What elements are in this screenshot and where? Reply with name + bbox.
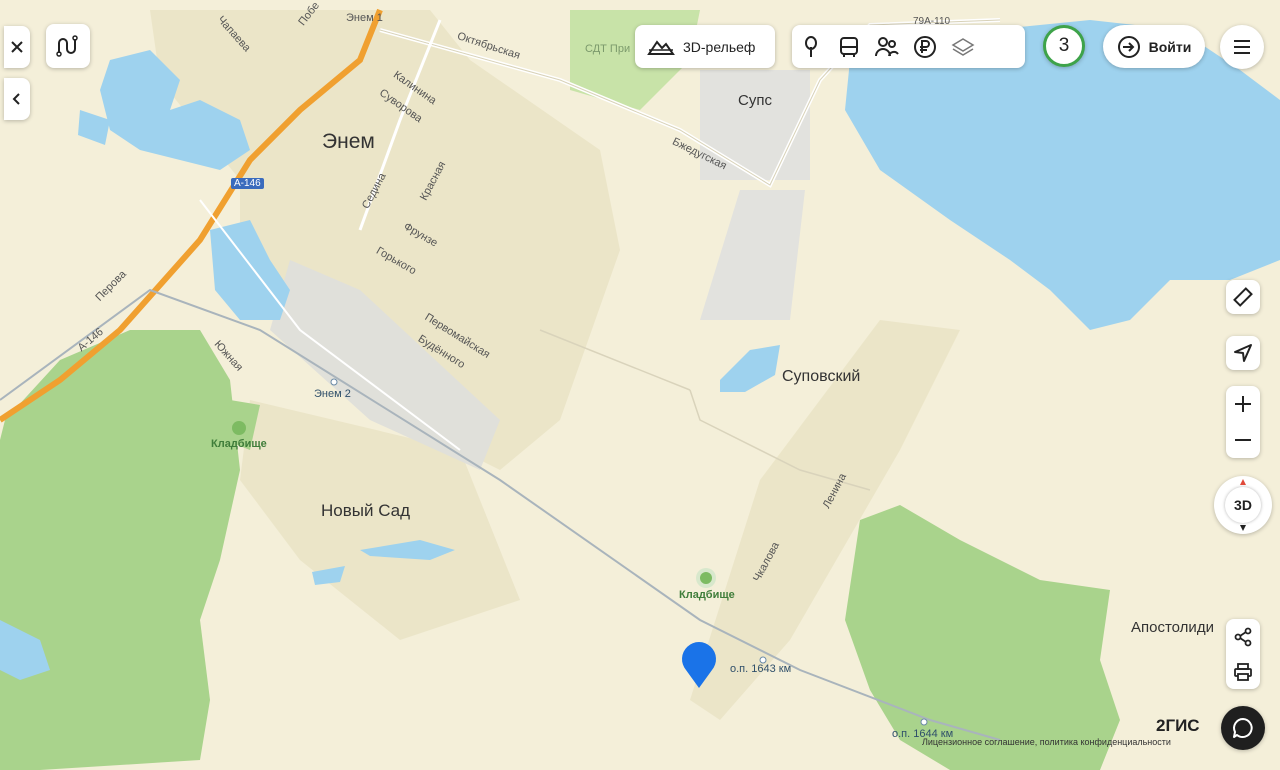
attractions-icon [804,35,818,57]
relief-3d-button[interactable]: 3D-рельеф [635,25,775,68]
menu-icon [1234,40,1250,54]
menu-button[interactable] [1220,25,1264,69]
cemetery-marker-dot [700,572,712,584]
route-icon [56,35,78,57]
layers-button[interactable] [944,26,982,68]
ruler-icon [1233,287,1253,307]
label-op-1643: о.п. 1643 км [730,663,792,675]
login-icon [1117,35,1140,58]
chat-button[interactable] [1221,706,1265,750]
prices-button[interactable] [906,26,944,68]
people-button[interactable] [868,26,906,68]
label-cemetery-1: Кладбище [211,438,267,450]
legal-link[interactable]: Лицензионное соглашение, политика конфид… [922,737,1171,747]
share-button[interactable] [1226,619,1260,654]
share-icon [1234,627,1252,646]
locate-button[interactable] [1226,336,1260,370]
label-enem: Энем [322,130,375,153]
brand-logo: 2ГИС [1156,716,1200,735]
road-label-a146: А-146 [231,178,264,189]
zoom-in-button[interactable] [1226,386,1260,422]
station-marker [920,718,928,726]
close-icon [11,41,23,53]
chevron-left-icon [12,93,20,105]
label-enem2: Энем 2 [314,388,351,400]
collapse-panel-button[interactable] [4,78,30,120]
ruler-button[interactable] [1226,280,1260,314]
chat-icon [1233,718,1253,738]
share-print-group [1226,619,1260,689]
label-enem1: Энем 1 [346,12,383,24]
compass-3d-button[interactable]: 3D [1214,476,1272,534]
login-button[interactable]: Войти [1103,25,1205,68]
zoom-out-icon [1235,439,1251,441]
station-marker [330,378,338,386]
label-sdt: СДТ При [585,43,631,55]
label-supc: Супс [738,92,772,109]
cemetery-marker [232,421,246,435]
counter-value: 3 [1058,35,1070,56]
compass-south-marker [1240,525,1246,531]
print-icon [1234,662,1252,681]
transport-icon [840,36,858,57]
layers-icon [951,37,975,56]
label-apostolidi: Апостолиди [1131,619,1214,636]
zoom-in-icon [1235,396,1251,412]
transport-button[interactable] [830,26,868,68]
compass-inner: 3D [1225,487,1261,523]
people-icon [875,36,899,56]
label-suposkiy: Суповский [782,368,861,385]
login-label: Войти [1148,38,1192,55]
locate-icon [1234,344,1252,362]
relief-icon [647,39,675,55]
relief-label: 3D-рельеф [683,38,756,55]
zoom-out-button[interactable] [1226,422,1260,458]
label-cemetery-2: Кладбище [679,589,735,601]
ruble-icon [914,35,936,58]
print-button[interactable] [1226,654,1260,689]
layers-toolbar [792,25,1025,68]
compass-label: 3D [1234,497,1252,513]
attractions-button[interactable] [792,26,830,68]
route-button[interactable] [46,24,90,68]
label-noviy-sad: Новый Сад [321,501,411,520]
map-canvas[interactable] [0,0,1280,770]
close-button[interactable] [4,26,30,68]
compass-north-marker [1240,479,1246,485]
counter-badge[interactable]: 3 [1043,25,1085,67]
zoom-controls [1226,386,1260,458]
